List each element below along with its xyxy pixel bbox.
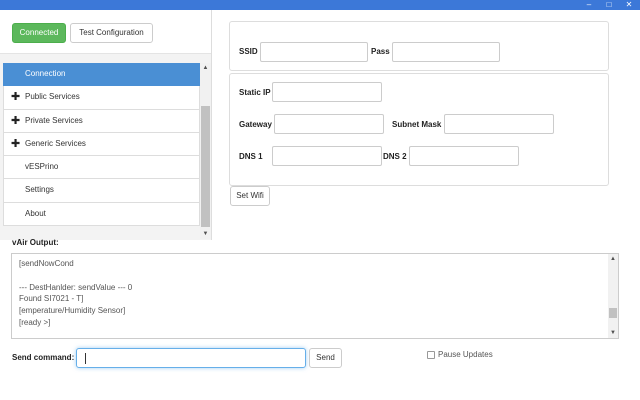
dns2-label: DNS 2 [383, 152, 407, 161]
ssid-label: SSID [239, 47, 258, 56]
scroll-down-icon[interactable]: ▼ [200, 229, 211, 239]
sidebar-item-label: Connection [25, 69, 66, 78]
output-line: --- DestHanlder: sendValue --- 0 [19, 282, 133, 292]
sidebar-item-vesprino[interactable]: vESPrino [3, 156, 200, 180]
subnet-mask-input[interactable] [444, 114, 554, 134]
pause-updates-checkbox[interactable] [427, 351, 435, 359]
top-button-bar: Connected Test Configuration [0, 10, 211, 54]
window-titlebar: – □ ✕ [0, 0, 640, 10]
sidebar-item-label: vESPrino [25, 162, 59, 172]
sidebar-scrollbar[interactable]: ▲ ▼ [200, 63, 211, 239]
plus-icon: ✚ [11, 114, 21, 127]
pass-label: Pass [371, 47, 390, 56]
static-ip-input[interactable] [272, 82, 382, 102]
sidebar-item-label: Settings [25, 185, 54, 195]
sidebar-item-settings[interactable]: Settings [3, 179, 200, 203]
send-button[interactable]: Send [309, 348, 342, 368]
output-scroll-thumb[interactable] [609, 308, 617, 318]
sidebar-nav: Connection ✚ Public Services ✚ Private Servi… [3, 63, 200, 227]
left-panel: Connected Test Configuration Connection ✚… [0, 10, 212, 240]
output-line: [sendNowCond [19, 259, 74, 268]
sidebar-item-public-services[interactable]: ✚ Public Services [3, 86, 200, 110]
network-box: Static IP Gateway Subnet Mask DNS 1 DNS … [229, 73, 609, 186]
plus-icon: ✚ [11, 91, 21, 104]
output-scroll-down-icon[interactable]: ▼ [608, 328, 618, 338]
gateway-label: Gateway [239, 120, 272, 129]
output-console[interactable]: [sendNowCond --- DestHanlder: sendValue -… [11, 253, 619, 339]
output-scroll-up-icon[interactable]: ▲ [608, 254, 618, 264]
minimize-icon[interactable]: – [582, 0, 596, 10]
ssid-input[interactable] [260, 42, 368, 62]
maximize-icon[interactable]: □ [602, 0, 616, 10]
output-line: [ready >] [19, 318, 51, 327]
set-wifi-button[interactable]: Set Wifi [230, 186, 270, 206]
close-icon[interactable]: ✕ [622, 0, 636, 10]
credentials-box: SSID Pass [229, 21, 609, 71]
gateway-input[interactable] [274, 114, 384, 134]
sidebar-scroll-thumb[interactable] [201, 106, 210, 227]
sidebar-item-label: Private Services [25, 115, 83, 125]
command-input[interactable] [76, 348, 306, 368]
dns1-label: DNS 1 [239, 152, 263, 161]
sidebar-item-connection[interactable]: Connection [3, 63, 200, 87]
pass-input[interactable] [392, 42, 500, 62]
wifi-config-panel: SSID Pass Static IP Gateway Subnet Mask … [220, 10, 620, 238]
static-ip-label: Static IP [239, 88, 271, 97]
send-command-label: Send command: [12, 353, 75, 362]
subnet-mask-label: Subnet Mask [392, 120, 442, 129]
sidebar-item-about[interactable]: About [3, 202, 200, 227]
output-label: vAir Output: [12, 238, 59, 247]
scroll-up-icon[interactable]: ▲ [200, 63, 211, 73]
connected-button[interactable]: Connected [12, 23, 66, 43]
sidebar-item-label: Public Services [25, 92, 80, 102]
sidebar-item-generic-services[interactable]: ✚ Generic Services [3, 132, 200, 157]
output-scrollbar[interactable]: ▲ ▼ [608, 254, 618, 338]
output-line: Found SI7021 - T] [19, 294, 84, 304]
plus-icon: ✚ [11, 137, 21, 150]
dns1-input[interactable] [272, 146, 382, 166]
text-caret [85, 353, 86, 364]
sidebar-item-label: About [25, 208, 46, 218]
pause-updates-label: Pause Updates [438, 350, 493, 359]
dns2-input[interactable] [409, 146, 519, 166]
output-line: [emperature/Humidity Sensor] [19, 306, 126, 316]
sidebar-item-label: Generic Services [25, 138, 86, 148]
sidebar-item-private-services[interactable]: ✚ Private Services [3, 109, 200, 133]
test-configuration-button[interactable]: Test Configuration [70, 23, 153, 43]
